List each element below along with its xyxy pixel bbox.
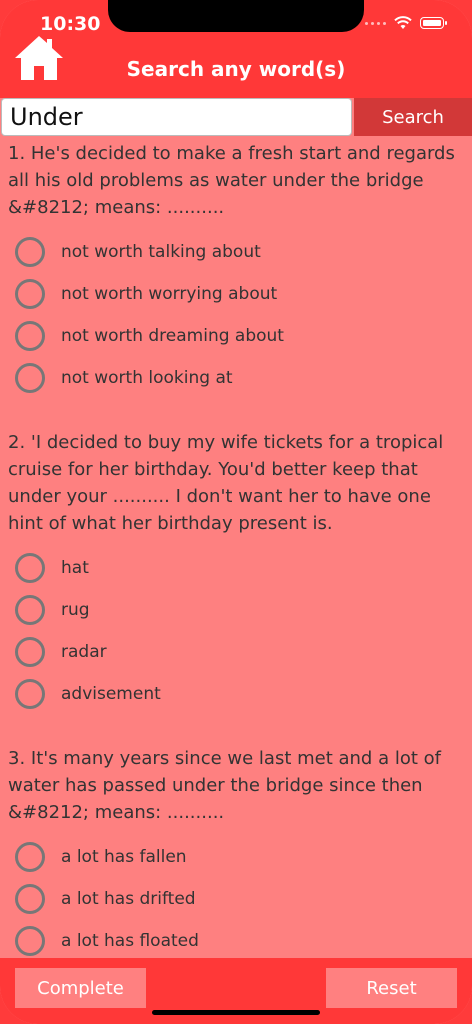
question-list: 1. He's decided to make a fresh start an… xyxy=(0,138,472,958)
device-notch xyxy=(108,0,364,32)
option-label: a lot has fallen xyxy=(61,847,187,867)
radio-button[interactable] xyxy=(15,842,45,872)
question-text: 3. It's many years since we last met and… xyxy=(8,748,441,823)
question-block: 1. He's decided to make a fresh start an… xyxy=(0,138,472,427)
complete-button[interactable]: Complete xyxy=(15,968,146,1008)
status-time: 10:30 xyxy=(40,13,101,35)
question-text: 1. He's decided to make a fresh start an… xyxy=(8,143,455,218)
option-list: not worth talking about not worth worryi… xyxy=(0,231,472,399)
radio-button[interactable] xyxy=(15,637,45,667)
option-list: hat rug radar advisement xyxy=(0,547,472,715)
option-item[interactable]: not worth looking at xyxy=(0,357,472,399)
option-item[interactable]: a lot has fallen xyxy=(0,836,472,878)
option-item[interactable]: a lot has floated xyxy=(0,920,472,958)
option-item[interactable]: not worth worrying about xyxy=(0,273,472,315)
radio-button[interactable] xyxy=(15,279,45,309)
question-block: 2. 'I decided to buy my wife tickets for… xyxy=(0,427,472,743)
battery-icon xyxy=(420,17,447,29)
page-title: Search any word(s) xyxy=(126,57,346,81)
reset-button[interactable]: Reset xyxy=(326,968,457,1008)
radio-button[interactable] xyxy=(15,553,45,583)
radio-button[interactable] xyxy=(15,237,45,267)
option-item[interactable]: radar xyxy=(0,631,472,673)
option-list: a lot has fallen a lot has drifted a lot… xyxy=(0,836,472,958)
question-block: 3. It's many years since we last met and… xyxy=(0,743,472,958)
option-label: not worth worrying about xyxy=(61,284,278,304)
option-item[interactable]: advisement xyxy=(0,673,472,715)
radio-button[interactable] xyxy=(15,926,45,956)
option-item[interactable]: not worth talking about xyxy=(0,231,472,273)
option-item[interactable]: not worth dreaming about xyxy=(0,315,472,357)
radio-button[interactable] xyxy=(15,363,45,393)
option-label: advisement xyxy=(61,684,161,704)
radio-button[interactable] xyxy=(15,884,45,914)
option-item[interactable]: a lot has drifted xyxy=(0,878,472,920)
option-label: a lot has drifted xyxy=(61,889,196,909)
status-icons xyxy=(365,16,447,30)
question-text: 2. 'I decided to buy my wife tickets for… xyxy=(8,432,444,534)
radio-button[interactable] xyxy=(15,679,45,709)
radio-button[interactable] xyxy=(15,321,45,351)
wifi-icon xyxy=(394,16,412,29)
option-label: rug xyxy=(61,600,90,620)
option-label: not worth talking about xyxy=(61,242,261,262)
signal-icon xyxy=(365,21,386,25)
option-label: a lot has floated xyxy=(61,931,199,951)
home-indicator xyxy=(152,1010,320,1015)
option-item[interactable]: rug xyxy=(0,589,472,631)
search-input[interactable] xyxy=(1,98,352,136)
option-label: hat xyxy=(61,558,89,578)
option-item[interactable]: hat xyxy=(0,547,472,589)
option-label: not worth looking at xyxy=(61,368,233,388)
option-label: not worth dreaming about xyxy=(61,326,284,346)
header-bar: 10:30 Search any word(s) xyxy=(0,0,472,98)
radio-button[interactable] xyxy=(15,595,45,625)
app-screen: 10:30 Search any word(s) Search 1. He's … xyxy=(0,0,472,1024)
search-button[interactable]: Search xyxy=(354,98,472,136)
option-label: radar xyxy=(61,642,107,662)
